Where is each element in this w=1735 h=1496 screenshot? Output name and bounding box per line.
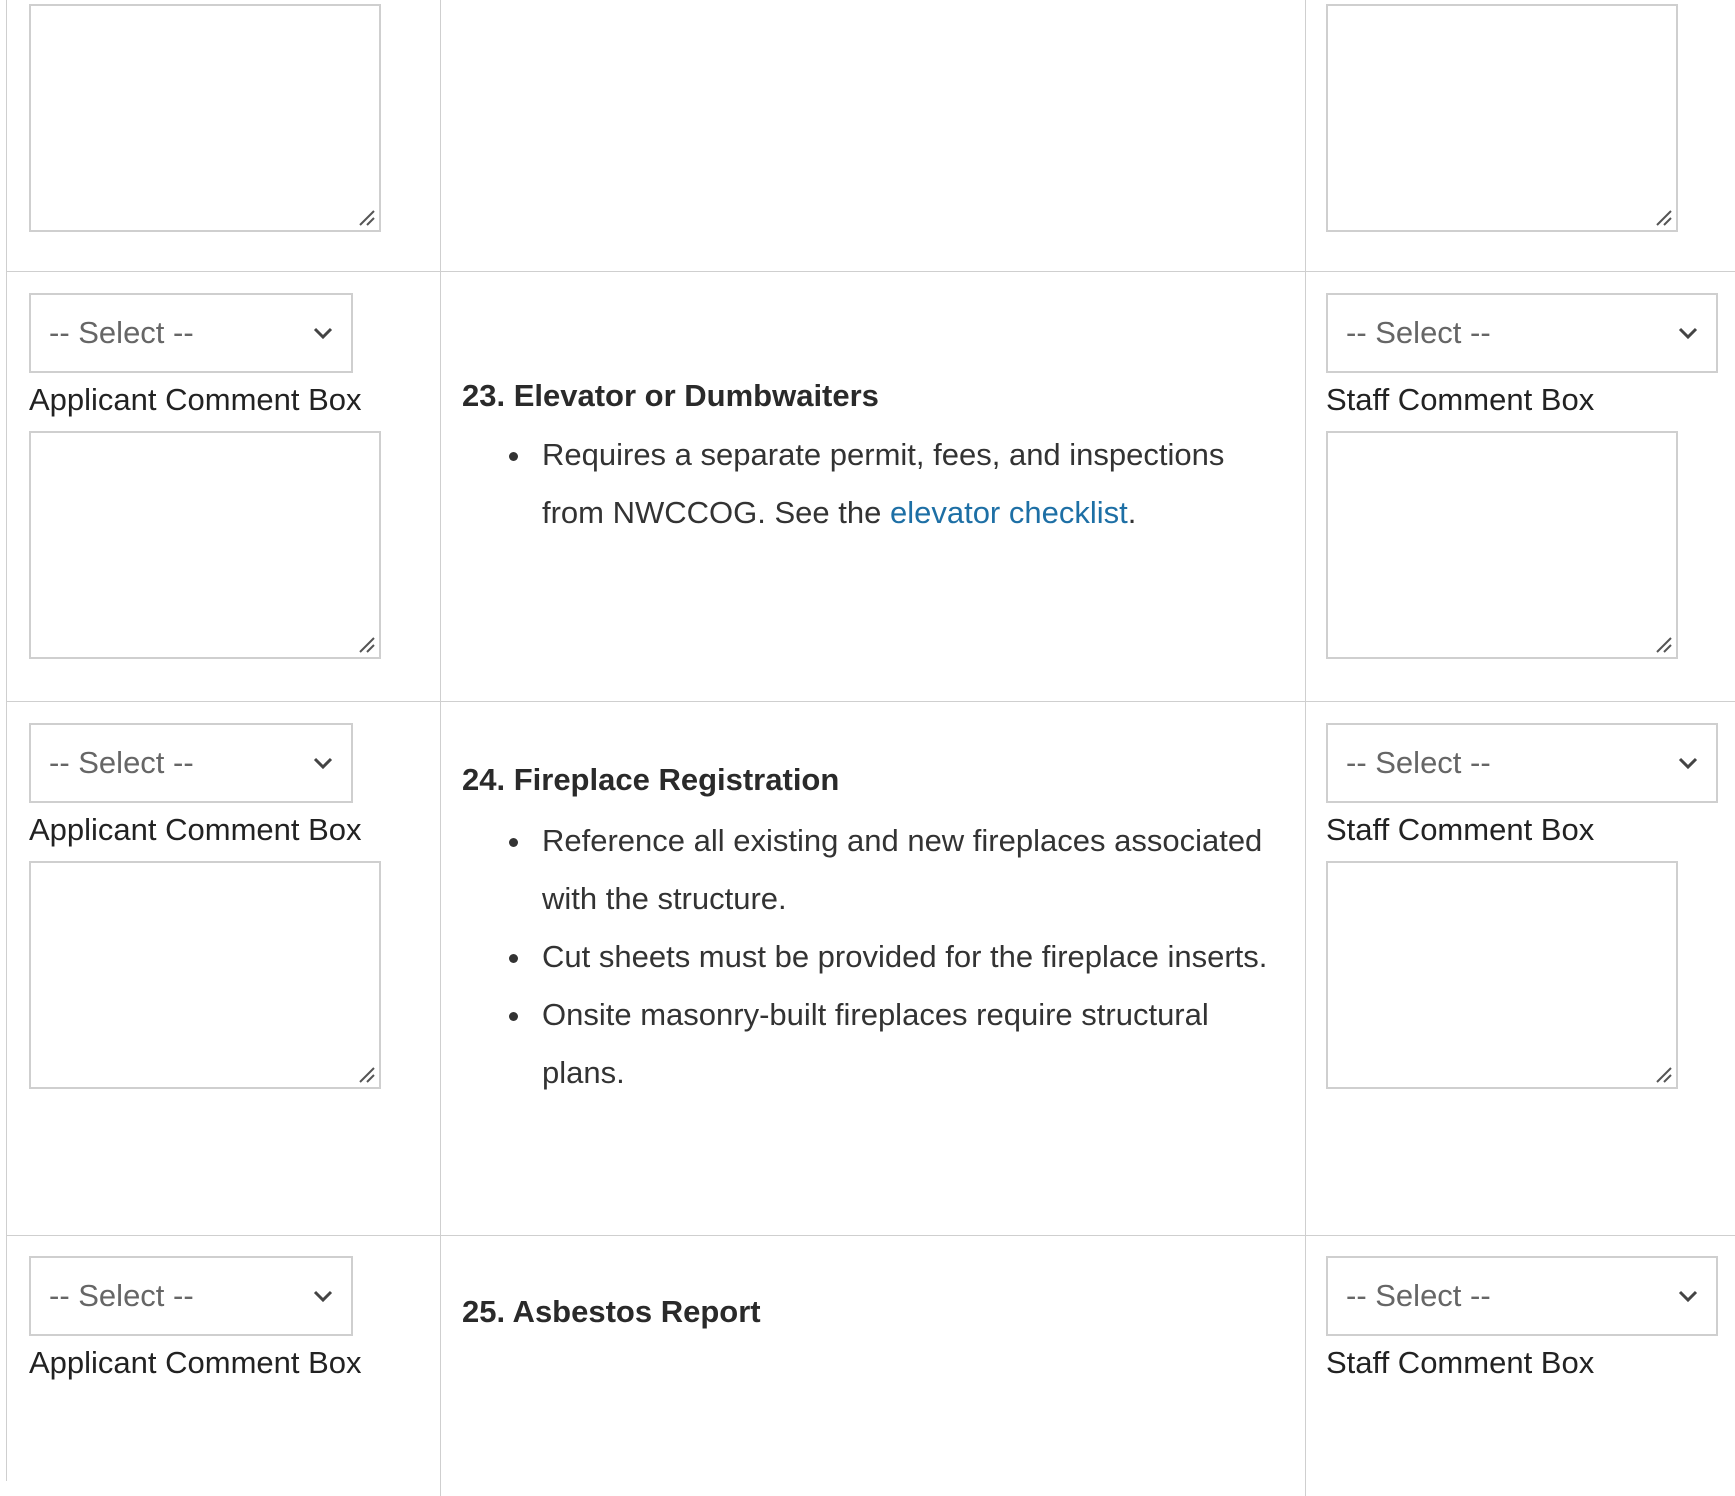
list-item: Onsite masonry-built fireplaces require … bbox=[509, 986, 1287, 1102]
elevator-checklist-link[interactable]: elevator checklist bbox=[890, 495, 1128, 530]
staff-comment-textarea[interactable] bbox=[1326, 861, 1678, 1089]
table-row: -- Select -- Applicant Comment Box 24. F… bbox=[7, 702, 1735, 1236]
staff-column bbox=[1306, 0, 1735, 271]
resize-handle-icon bbox=[1656, 210, 1672, 226]
requirement-list: Reference all existing and new fireplace… bbox=[462, 812, 1287, 1102]
chevron-down-icon bbox=[1678, 757, 1698, 770]
select-value: -- Select -- bbox=[1346, 1278, 1491, 1313]
item-heading: 25. Asbestos Report bbox=[462, 1294, 761, 1329]
resize-handle-icon bbox=[1656, 1067, 1672, 1083]
resize-handle-icon bbox=[359, 1067, 375, 1083]
select-value: -- Select -- bbox=[1346, 315, 1491, 350]
list-item: Cut sheets must be provided for the fire… bbox=[509, 928, 1287, 986]
staff-comment-label: Staff Comment Box bbox=[1326, 1345, 1595, 1380]
chevron-down-icon bbox=[313, 757, 333, 770]
chevron-down-icon bbox=[313, 1290, 333, 1303]
applicant-status-select[interactable]: -- Select -- bbox=[29, 723, 353, 803]
staff-column: -- Select -- Staff Comment Box bbox=[1306, 272, 1735, 701]
staff-column: -- Select -- Staff Comment Box bbox=[1306, 1236, 1735, 1496]
item-heading: 23. Elevator or Dumbwaiters bbox=[462, 378, 879, 413]
select-value: -- Select -- bbox=[49, 745, 194, 780]
staff-status-select[interactable]: -- Select -- bbox=[1326, 723, 1718, 803]
applicant-comment-label: Applicant Comment Box bbox=[29, 1345, 362, 1380]
select-value: -- Select -- bbox=[1346, 745, 1491, 780]
applicant-status-select[interactable]: -- Select -- bbox=[29, 293, 353, 373]
requirement-column bbox=[440, 0, 1306, 271]
requirement-column: 23. Elevator or Dumbwaiters Requires a s… bbox=[440, 272, 1306, 701]
checklist-table: -- Select -- Applicant Comment Box 23. E… bbox=[6, 0, 1735, 1496]
staff-comment-label: Staff Comment Box bbox=[1326, 382, 1595, 417]
applicant-comment-textarea[interactable] bbox=[29, 4, 381, 232]
list-item: Reference all existing and new fireplace… bbox=[509, 812, 1287, 928]
staff-status-select[interactable]: -- Select -- bbox=[1326, 1256, 1718, 1336]
applicant-column: -- Select -- Applicant Comment Box bbox=[7, 1236, 440, 1496]
applicant-status-select[interactable]: -- Select -- bbox=[29, 1256, 353, 1336]
requirement-column: 24. Fireplace Registration Reference all… bbox=[440, 702, 1306, 1235]
applicant-comment-label: Applicant Comment Box bbox=[29, 382, 362, 417]
chevron-down-icon bbox=[1678, 1290, 1698, 1303]
requirement-list: Requires a separate permit, fees, and in… bbox=[462, 426, 1287, 542]
table-row bbox=[7, 0, 1735, 272]
staff-status-select[interactable]: -- Select -- bbox=[1326, 293, 1718, 373]
resize-handle-icon bbox=[359, 637, 375, 653]
requirement-column: 25. Asbestos Report bbox=[440, 1236, 1306, 1496]
select-value: -- Select -- bbox=[49, 315, 194, 350]
staff-comment-textarea[interactable] bbox=[1326, 4, 1678, 232]
applicant-column bbox=[7, 0, 440, 271]
staff-column: -- Select -- Staff Comment Box bbox=[1306, 702, 1735, 1235]
list-item: Requires a separate permit, fees, and in… bbox=[509, 426, 1287, 542]
staff-comment-textarea[interactable] bbox=[1326, 431, 1678, 659]
item-heading: 24. Fireplace Registration bbox=[462, 762, 840, 797]
chevron-down-icon bbox=[313, 327, 333, 340]
resize-handle-icon bbox=[1656, 637, 1672, 653]
select-value: -- Select -- bbox=[49, 1278, 194, 1313]
applicant-comment-textarea[interactable] bbox=[29, 431, 381, 659]
chevron-down-icon bbox=[1678, 327, 1698, 340]
applicant-comment-textarea[interactable] bbox=[29, 861, 381, 1089]
applicant-column: -- Select -- Applicant Comment Box bbox=[7, 272, 440, 701]
table-row: -- Select -- Applicant Comment Box 25. A… bbox=[7, 1236, 1735, 1496]
applicant-column: -- Select -- Applicant Comment Box bbox=[7, 702, 440, 1235]
applicant-comment-label: Applicant Comment Box bbox=[29, 812, 362, 847]
resize-handle-icon bbox=[359, 210, 375, 226]
table-row: -- Select -- Applicant Comment Box 23. E… bbox=[7, 272, 1735, 702]
staff-comment-label: Staff Comment Box bbox=[1326, 812, 1595, 847]
